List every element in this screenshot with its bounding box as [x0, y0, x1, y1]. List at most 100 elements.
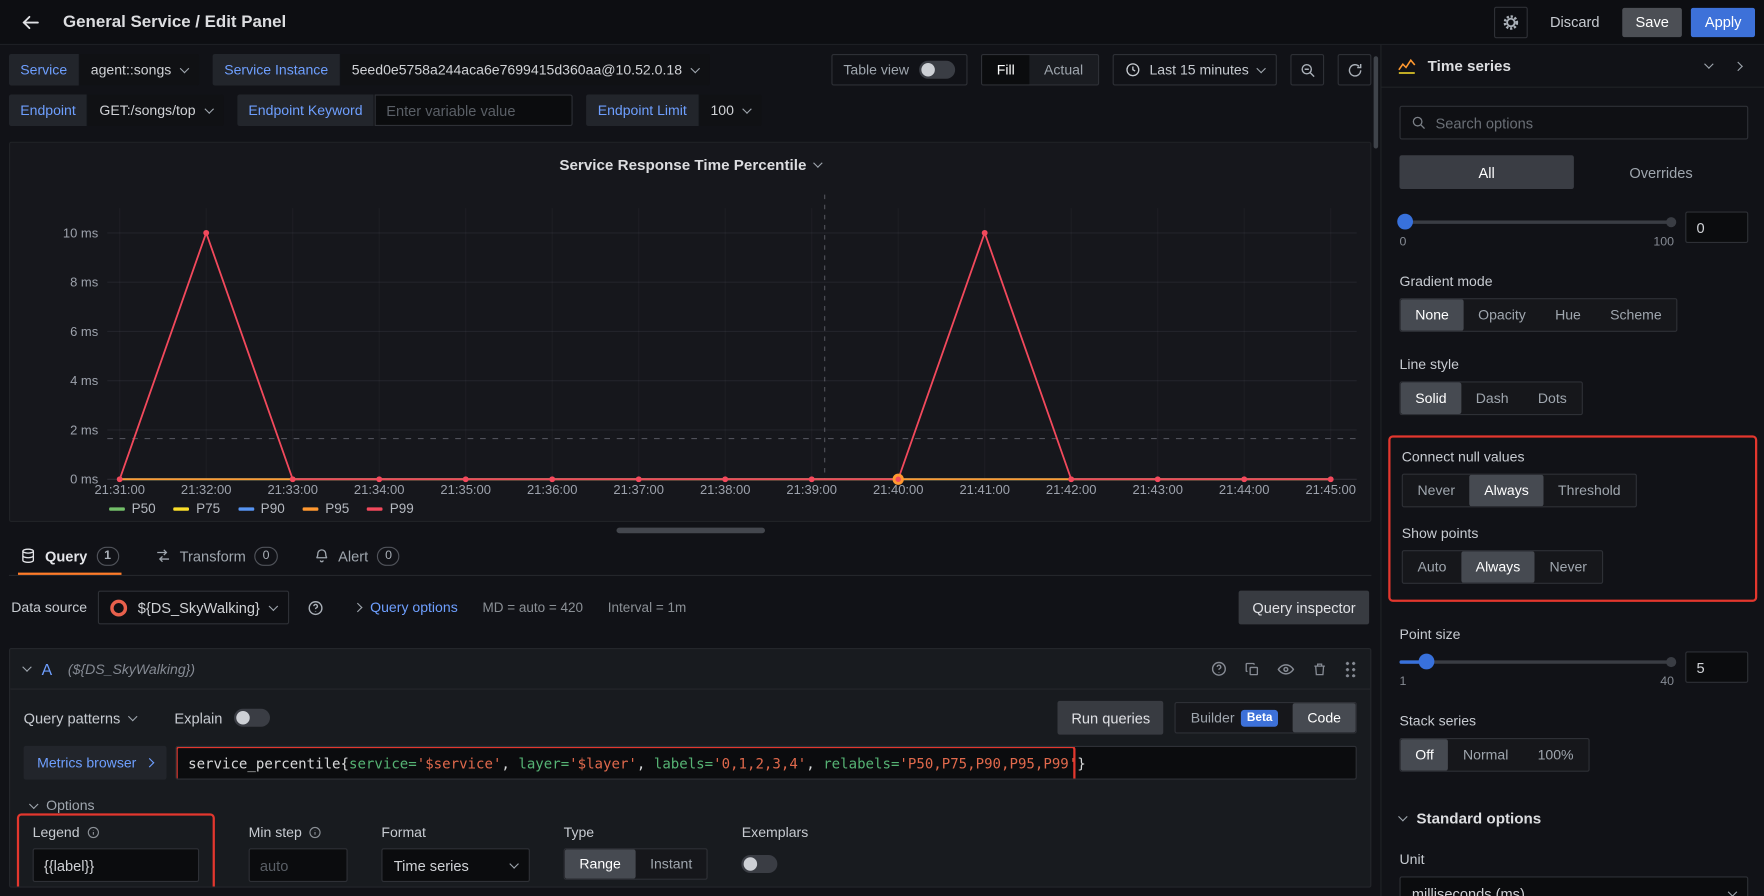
line-style-dots-button[interactable]: Dots: [1523, 383, 1581, 415]
slider-track[interactable]: [1400, 660, 1675, 663]
explain-toggle[interactable]: [234, 709, 270, 727]
standard-options-section[interactable]: Standard options: [1400, 810, 1749, 827]
code-mode-button[interactable]: Code: [1293, 703, 1356, 732]
service-variable-value: agent::songs: [91, 62, 172, 78]
view-mode-fill-button[interactable]: Fill: [982, 55, 1029, 84]
metrics-browser-button[interactable]: Metrics browser: [24, 746, 167, 780]
datasource-help-button[interactable]: [300, 592, 329, 624]
options-tab-all[interactable]: All: [1400, 155, 1574, 189]
visualization-select[interactable]: Time series: [1397, 56, 1712, 75]
connect-nulls-never-button[interactable]: Never: [1403, 475, 1470, 507]
endpoint-variable-picker[interactable]: GET:/songs/top: [88, 95, 224, 127]
line-style-dash-button[interactable]: Dash: [1461, 383, 1523, 415]
format-field: Format Time series: [381, 825, 530, 882]
builder-mode-button[interactable]: Builder Beta: [1176, 703, 1293, 732]
point-size-slider[interactable]: [1400, 654, 1675, 670]
legend-input[interactable]: [33, 848, 200, 882]
tab-query[interactable]: Query 1: [18, 539, 121, 575]
tab-transform[interactable]: Transform 0: [153, 539, 280, 575]
collapse-options-pane-button[interactable]: [1724, 51, 1753, 80]
refresh-button[interactable]: [1338, 54, 1372, 86]
query-help-button[interactable]: [1211, 660, 1228, 677]
fill-opacity-value[interactable]: 0: [1685, 212, 1748, 244]
slider-handle[interactable]: [1397, 214, 1413, 230]
gradient-opacity-button[interactable]: Opacity: [1464, 299, 1541, 331]
delete-query-button[interactable]: [1312, 661, 1328, 677]
back-button[interactable]: [14, 7, 48, 36]
service-instance-variable-picker[interactable]: 5eed0e5758a244aca6e7699415d360aa@10.52.0…: [341, 54, 711, 86]
service-variable-picker[interactable]: agent::songs: [80, 54, 200, 86]
tab-alert[interactable]: Alert 0: [311, 539, 402, 575]
connect-null-values-options: Never Always Threshold: [1402, 474, 1637, 508]
panel-resize-handle[interactable]: [616, 528, 765, 534]
exemplars-toggle[interactable]: [742, 855, 778, 873]
legend-item[interactable]: P50: [109, 501, 156, 517]
stack-off-button[interactable]: Off: [1401, 739, 1449, 771]
show-points-auto-button[interactable]: Auto: [1403, 551, 1461, 583]
svg-text:2 ms: 2 ms: [70, 422, 99, 437]
show-points-always-button[interactable]: Always: [1461, 551, 1535, 583]
fill-opacity-slider[interactable]: [1400, 214, 1675, 230]
service-instance-variable-label: Service Instance: [213, 54, 339, 86]
legend-item[interactable]: P75: [174, 501, 221, 517]
slider-handle[interactable]: [1419, 654, 1435, 670]
query-row-header[interactable]: A (${DS_SkyWalking}): [10, 649, 1370, 690]
duplicate-query-button[interactable]: [1244, 661, 1260, 677]
point-size-value[interactable]: 5: [1685, 651, 1748, 683]
legend-item[interactable]: P95: [303, 501, 350, 517]
endpoint-keyword-input[interactable]: [375, 95, 573, 127]
stack-series-label: Stack series: [1400, 713, 1749, 729]
editor-mode-group: Builder Beta Code: [1175, 702, 1357, 734]
query-inspector-button[interactable]: Query inspector: [1239, 591, 1369, 625]
table-view-toggle[interactable]: [919, 61, 955, 79]
unit-select[interactable]: milliseconds (ms): [1400, 876, 1749, 896]
legend-item[interactable]: P90: [238, 501, 285, 517]
view-mode-actual-button[interactable]: Actual: [1029, 55, 1097, 84]
query-options-toggle[interactable]: Query options: [354, 600, 457, 616]
save-button[interactable]: Save: [1622, 7, 1682, 36]
drag-handle-icon[interactable]: [1344, 660, 1356, 677]
legend-item[interactable]: P99: [367, 501, 414, 517]
query-code-editor[interactable]: service_percentile{service='$service', l…: [176, 746, 1357, 780]
options-search-input[interactable]: [1436, 114, 1738, 131]
datasource-picker[interactable]: ${DS_SkyWalking}: [98, 591, 289, 625]
panel-title-menu[interactable]: Service Response Time Percentile: [10, 150, 1370, 179]
show-points-never-button[interactable]: Never: [1535, 551, 1602, 583]
stack-hundred-button[interactable]: 100%: [1523, 739, 1588, 771]
connect-nulls-threshold-button[interactable]: Threshold: [1543, 475, 1635, 507]
discard-button[interactable]: Discard: [1536, 7, 1613, 36]
options-search[interactable]: [1400, 106, 1749, 140]
query-options-collapse[interactable]: Options: [30, 798, 1370, 814]
tab-transform-label: Transform: [180, 547, 246, 564]
run-queries-button[interactable]: Run queries: [1058, 701, 1164, 735]
gradient-hue-button[interactable]: Hue: [1540, 299, 1595, 331]
min-step-input[interactable]: [249, 848, 348, 882]
zoom-out-button[interactable]: [1290, 54, 1324, 86]
svg-text:21:44:00: 21:44:00: [1219, 482, 1270, 497]
type-range-button[interactable]: Range: [565, 849, 636, 878]
scrollbar[interactable]: [1374, 56, 1379, 148]
options-tab-overrides[interactable]: Overrides: [1574, 155, 1748, 189]
time-range-picker[interactable]: Last 15 minutes: [1112, 54, 1277, 86]
stack-series-field: Stack series Off Normal 100%: [1400, 713, 1749, 772]
dashboard-settings-button[interactable]: [1494, 6, 1528, 38]
apply-button[interactable]: Apply: [1691, 7, 1755, 36]
gradient-none-button[interactable]: None: [1401, 299, 1464, 331]
slider-track[interactable]: [1400, 220, 1675, 223]
type-instant-button[interactable]: Instant: [635, 849, 706, 878]
format-select[interactable]: Time series: [381, 848, 530, 882]
timeseries-chart[interactable]: 0 ms2 ms4 ms6 ms8 ms10 ms21:31:0021:32:0…: [10, 179, 1370, 499]
connect-nulls-always-button[interactable]: Always: [1470, 475, 1544, 507]
panel-title: Service Response Time Percentile: [559, 156, 806, 173]
stack-normal-button[interactable]: Normal: [1448, 739, 1523, 771]
query-code-row: Metrics browser service_percentile{servi…: [10, 744, 1370, 782]
info-icon: [309, 826, 323, 840]
endpoint-limit-picker[interactable]: 100: [699, 95, 762, 127]
disable-query-button[interactable]: [1277, 660, 1295, 678]
timeseries-panel: Service Response Time Percentile 0 ms2 m…: [9, 142, 1371, 522]
exemplars-label: Exemplars: [742, 825, 808, 841]
query-patterns-dropdown[interactable]: Query patterns: [24, 709, 137, 726]
line-style-solid-button[interactable]: Solid: [1401, 383, 1462, 415]
gradient-scheme-button[interactable]: Scheme: [1595, 299, 1676, 331]
collapse-chevron-icon[interactable]: [22, 662, 32, 672]
